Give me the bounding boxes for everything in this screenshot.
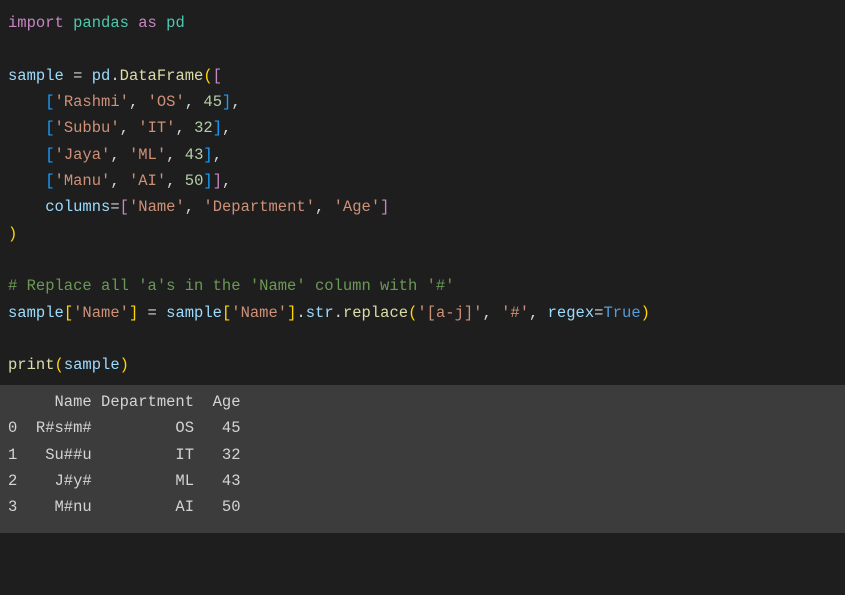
bracket-open: [ — [64, 304, 73, 322]
comma: , — [231, 93, 240, 111]
bracket-close: ] — [213, 172, 222, 190]
comma: , — [529, 304, 548, 322]
dot: . — [334, 304, 343, 322]
fn-replace: replace — [343, 304, 408, 322]
num-age: 43 — [185, 146, 204, 164]
comma: , — [222, 172, 231, 190]
str-dept: 'IT' — [138, 119, 175, 137]
pd-ref: pd — [92, 67, 111, 85]
str-key: 'Name' — [231, 304, 287, 322]
str-dept: 'OS' — [148, 93, 185, 111]
comma: , — [483, 304, 502, 322]
var-sample: sample — [64, 356, 120, 374]
str-name: 'Subbu' — [55, 119, 120, 137]
operator-eq: = — [64, 67, 92, 85]
comma: , — [110, 172, 129, 190]
num-age: 45 — [203, 93, 222, 111]
alias-pd: pd — [166, 14, 185, 32]
paren-open: ( — [203, 67, 212, 85]
output-row: 1 Su##u IT 32 — [8, 446, 241, 464]
bracket-open: [ — [120, 198, 129, 216]
kwarg-columns: columns — [45, 198, 110, 216]
str-col: 'Department' — [203, 198, 315, 216]
code-block: import pandas as pd sample = pd.DataFram… — [0, 0, 845, 385]
eq: = — [110, 198, 119, 216]
paren-open: ( — [55, 356, 64, 374]
kwarg-regex: regex — [548, 304, 595, 322]
comma: , — [166, 172, 185, 190]
prop-str: str — [306, 304, 334, 322]
str-col: 'Name' — [129, 198, 185, 216]
str-col: 'Age' — [334, 198, 381, 216]
keyword-import: import — [8, 14, 64, 32]
output-row: 0 R#s#m# OS 45 — [8, 419, 241, 437]
var-sample: sample — [8, 67, 64, 85]
dot: . — [296, 304, 305, 322]
comment: # Replace all 'a's in the 'Name' column … — [8, 277, 454, 295]
output-row: 3 M#nu AI 50 — [8, 498, 241, 516]
output-block: Name Department Age 0 R#s#m# OS 45 1 Su#… — [0, 385, 845, 533]
bracket-open: [ — [222, 304, 231, 322]
bool-true: True — [603, 304, 640, 322]
fn-dataframe: DataFrame — [120, 67, 204, 85]
row-bracket-close: ] — [203, 172, 212, 190]
comma: , — [166, 146, 185, 164]
row-bracket-open: [ — [45, 119, 54, 137]
comma: , — [222, 119, 231, 137]
str-key: 'Name' — [73, 304, 129, 322]
row-bracket-open: [ — [45, 93, 54, 111]
str-dept: 'ML' — [129, 146, 166, 164]
str-dept: 'AI' — [129, 172, 166, 190]
row-bracket-open: [ — [45, 172, 54, 190]
comma: , — [110, 146, 129, 164]
paren-close: ) — [120, 356, 129, 374]
var-sample: sample — [166, 304, 222, 322]
paren-close: ) — [8, 225, 17, 243]
comma: , — [120, 119, 139, 137]
comma: , — [315, 198, 334, 216]
comma: , — [185, 198, 204, 216]
bracket-close: ] — [129, 304, 138, 322]
str-replace: '#' — [501, 304, 529, 322]
paren-open: ( — [408, 304, 417, 322]
str-name: 'Jaya' — [55, 146, 111, 164]
bracket-open: [ — [213, 67, 222, 85]
str-pattern: '[a-j]' — [417, 304, 482, 322]
bracket-close: ] — [380, 198, 389, 216]
keyword-as: as — [138, 14, 157, 32]
comma: , — [213, 146, 222, 164]
paren-close: ) — [641, 304, 650, 322]
num-age: 32 — [194, 119, 213, 137]
var-sample: sample — [8, 304, 64, 322]
num-age: 50 — [185, 172, 204, 190]
bracket-close: ] — [287, 304, 296, 322]
str-name: 'Manu' — [55, 172, 111, 190]
row-bracket-close: ] — [213, 119, 222, 137]
comma: , — [185, 93, 204, 111]
dot: . — [110, 67, 119, 85]
fn-print: print — [8, 356, 55, 374]
output-header: Name Department Age — [8, 393, 241, 411]
comma: , — [129, 93, 148, 111]
eq: = — [138, 304, 166, 322]
row-bracket-open: [ — [45, 146, 54, 164]
output-row: 2 J#y# ML 43 — [8, 472, 241, 490]
comma: , — [175, 119, 194, 137]
module-pandas: pandas — [73, 14, 129, 32]
row-bracket-close: ] — [203, 146, 212, 164]
row-bracket-close: ] — [222, 93, 231, 111]
str-name: 'Rashmi' — [55, 93, 129, 111]
